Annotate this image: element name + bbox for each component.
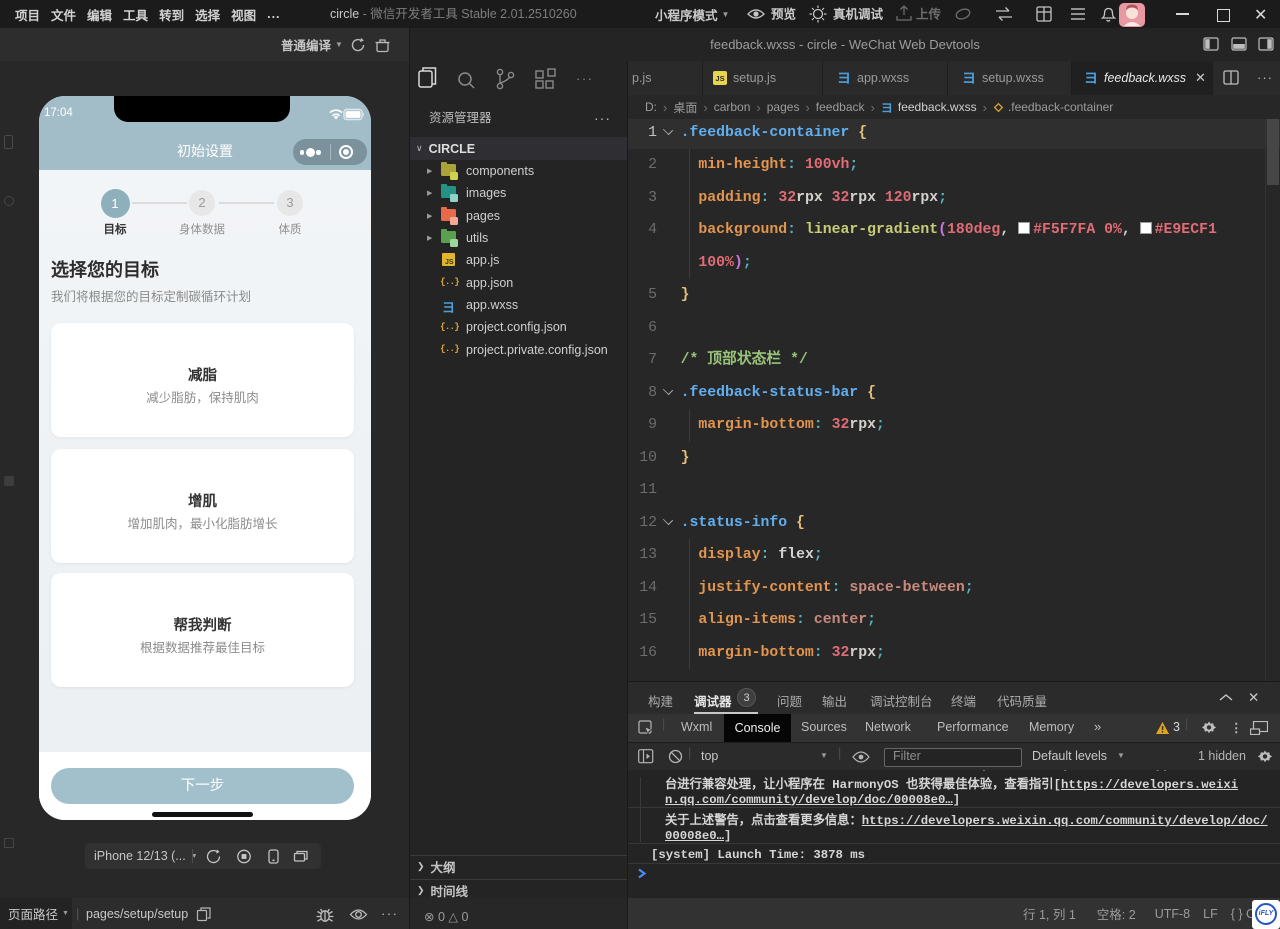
svg-text:预览: 预览 <box>771 7 796 22</box>
svg-text:···: ··· <box>1257 70 1273 85</box>
svg-text:···: ··· <box>576 71 594 86</box>
svg-text:真机调试: 真机调试 <box>833 7 884 22</box>
svg-text:上传: 上传 <box>916 7 942 22</box>
